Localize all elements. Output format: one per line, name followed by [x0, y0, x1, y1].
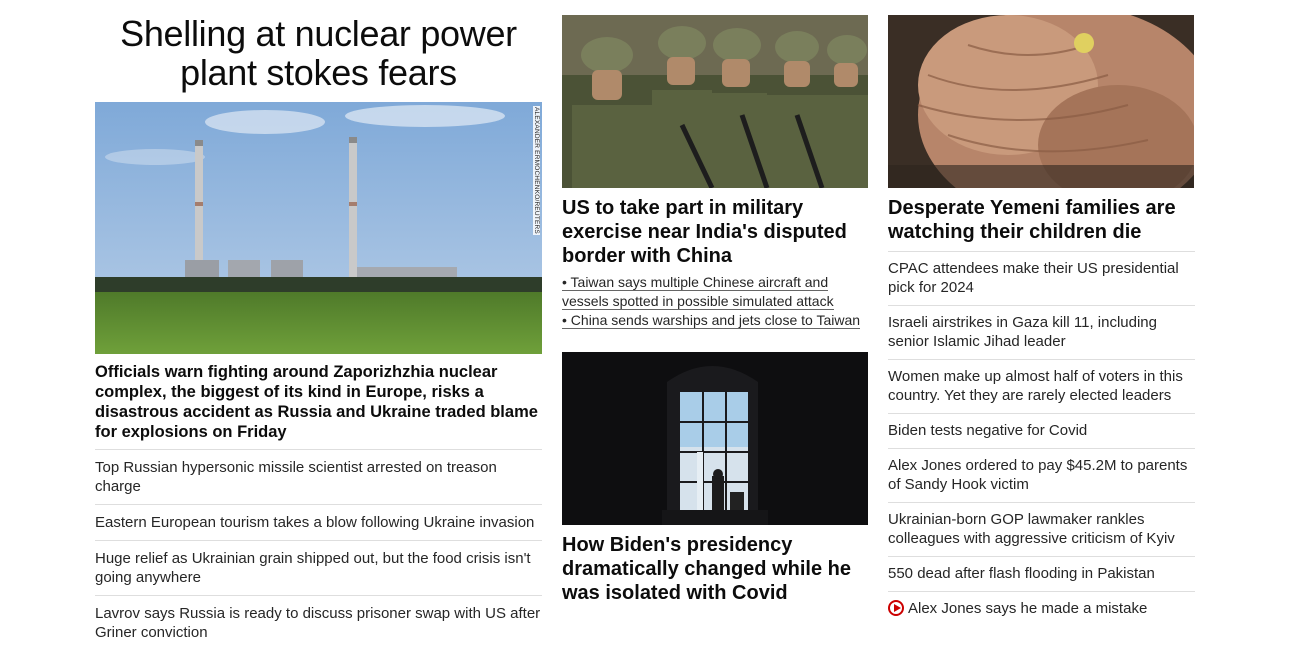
- list-item[interactable]: Women make up almost half of voters in t…: [888, 359, 1195, 413]
- biden-image[interactable]: [562, 352, 868, 525]
- lead-column: Shelling at nuclear power plant stokes f…: [95, 0, 542, 650]
- lead-description[interactable]: Officials warn fighting around Zaporizhz…: [95, 362, 542, 442]
- lead-headline[interactable]: Shelling at nuclear power plant stokes f…: [95, 14, 542, 92]
- lead-image[interactable]: ALEXANDER ERMOCHENKO/REUTERS: [95, 102, 542, 354]
- soldiers-photo: [562, 15, 868, 188]
- list-item[interactable]: CPAC attendees make their US presidentia…: [888, 251, 1195, 305]
- list-item[interactable]: Lavrov says Russia is ready to discuss p…: [95, 595, 542, 650]
- video-item-label: Alex Jones says he made a mistake: [908, 600, 1148, 617]
- video-list-item[interactable]: Alex Jones says he made a mistake: [888, 591, 1195, 626]
- bullet-link[interactable]: • Taiwan says multiple Chinese aircraft …: [562, 273, 868, 311]
- list-item[interactable]: Ukrainian-born GOP lawmaker rankles coll…: [888, 502, 1195, 556]
- bullet-link[interactable]: • China sends warships and jets close to…: [562, 311, 868, 330]
- list-item[interactable]: Biden tests negative for Covid: [888, 413, 1195, 448]
- power-plant-photo: [95, 102, 542, 354]
- play-icon: [888, 600, 904, 616]
- story-headline[interactable]: US to take part in military exercise nea…: [562, 196, 868, 268]
- list-item[interactable]: Top Russian hypersonic missile scientist…: [95, 449, 542, 504]
- hands-photo: [888, 15, 1194, 188]
- list-item[interactable]: Huge relief as Ukrainian grain shipped o…: [95, 540, 542, 595]
- list-item[interactable]: Alex Jones ordered to pay $45.2M to pare…: [888, 448, 1195, 502]
- list-item[interactable]: 550 dead after flash flooding in Pakista…: [888, 556, 1195, 591]
- lead-related-list: Top Russian hypersonic missile scientist…: [95, 449, 542, 650]
- soldiers-image[interactable]: [562, 15, 868, 188]
- hands-image[interactable]: [888, 15, 1194, 188]
- story-headline[interactable]: Desperate Yemeni families are watching t…: [888, 196, 1195, 244]
- list-item[interactable]: Eastern European tourism takes a blow fo…: [95, 504, 542, 540]
- related-bullets: • Taiwan says multiple Chinese aircraft …: [562, 273, 868, 330]
- list-item[interactable]: Israeli airstrikes in Gaza kill 11, incl…: [888, 305, 1195, 359]
- window-silhouette-photo: [562, 352, 868, 525]
- right-column: Desperate Yemeni families are watching t…: [888, 0, 1195, 626]
- image-credit: ALEXANDER ERMOCHENKO/REUTERS: [533, 106, 540, 235]
- middle-column: US to take part in military exercise nea…: [562, 0, 868, 605]
- headline-list: CPAC attendees make their US presidentia…: [888, 251, 1195, 626]
- story-headline[interactable]: How Biden's presidency dramatically chan…: [562, 533, 868, 605]
